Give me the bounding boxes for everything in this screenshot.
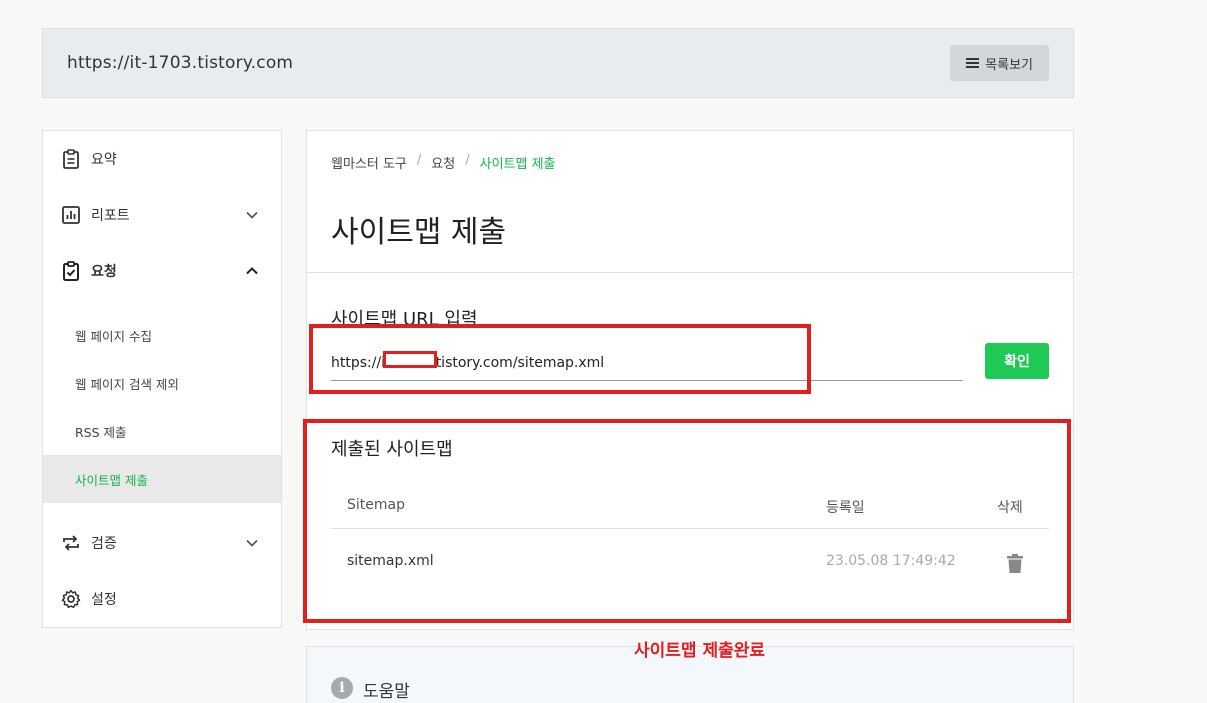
list-icon: [966, 58, 980, 68]
sidebar-subitem-label: 웹 페이지 검색 제외: [75, 376, 179, 392]
sidebar-item-label: 요약: [91, 152, 117, 168]
sidebar-subitem-label: 사이트맵 제출: [75, 472, 148, 488]
chevron-down-icon: [246, 211, 258, 219]
breadcrumb-item[interactable]: 웹마스터 도구: [331, 153, 407, 172]
sidebar-subitem-label: RSS 제출: [75, 424, 127, 440]
list-view-button[interactable]: 목록보기: [950, 45, 1049, 81]
chevron-down-icon: [246, 539, 258, 547]
sidebar-item-report[interactable]: 리포트: [43, 187, 281, 243]
sidebar-subitem-page-exclude[interactable]: 웹 페이지 검색 제외: [43, 359, 281, 407]
help-label[interactable]: 도움말: [363, 677, 410, 702]
sidebar-item-label: 리포트: [91, 208, 130, 224]
breadcrumb: 웹마스터 도구 / 요청 / 사이트맵 제출: [331, 153, 556, 172]
sidebar-subitem-rss-submit[interactable]: RSS 제출: [43, 407, 281, 455]
clipboard-check-icon: [61, 261, 81, 281]
breadcrumb-current: 사이트맵 제출: [479, 157, 556, 172]
sidebar-item-settings[interactable]: 설정: [43, 571, 281, 627]
sidebar-item-summary[interactable]: 요약: [43, 131, 281, 187]
annotation-box-submitted: [303, 419, 1071, 623]
sidebar-item-label: 검증: [91, 536, 117, 552]
sidebar-subitem-label: 웹 페이지 수집: [75, 328, 152, 344]
breadcrumb-separator: /: [465, 153, 470, 168]
confirm-button[interactable]: 확인: [985, 343, 1049, 379]
list-view-button-label: 목록보기: [985, 57, 1033, 73]
sidebar-subitem-page-collect[interactable]: 웹 페이지 수집: [43, 311, 281, 359]
sidebar: 요약 리포트 요청 웹 페이지 수집 웹 페이지 검색 제외 RSS 제출 사이…: [42, 130, 282, 628]
breadcrumb-item[interactable]: 요청: [431, 153, 455, 172]
page-title: 사이트맵 제출: [331, 215, 507, 250]
divider: [307, 272, 1073, 273]
info-icon: i: [331, 677, 353, 699]
annotation-text: 사이트맵 제출완료: [634, 641, 766, 661]
breadcrumb-separator: /: [416, 153, 422, 168]
sidebar-item-label: 설정: [91, 592, 117, 608]
annotation-box-url: [309, 324, 811, 394]
sidebar-item-request[interactable]: 요청: [43, 243, 281, 299]
sidebar-subitem-sitemap-submit[interactable]: 사이트맵 제출: [43, 455, 281, 503]
site-header-bar: https://it-1703.tistory.com 목록보기: [42, 28, 1074, 98]
chevron-up-icon: [246, 267, 258, 275]
clipboard-icon: [61, 149, 81, 169]
sidebar-item-verify[interactable]: 검증: [43, 515, 281, 571]
gear-icon: [61, 589, 81, 609]
sidebar-item-label: 요청: [91, 264, 117, 280]
site-url: https://it-1703.tistory.com: [67, 53, 294, 73]
repeat-icon: [61, 533, 81, 553]
bar-chart-icon: [61, 205, 81, 225]
